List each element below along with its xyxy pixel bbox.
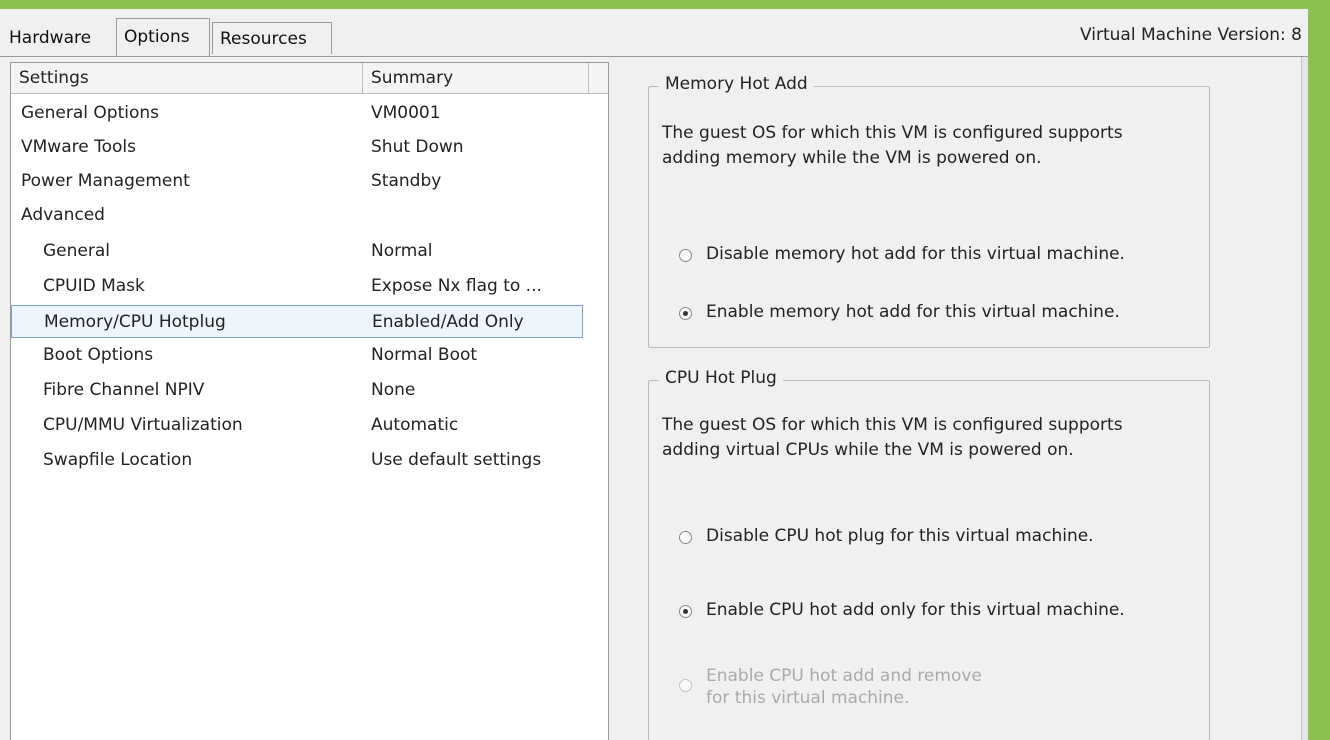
enable-cpu-hot-add-remove-option: Enable CPU hot add and remove for this v… xyxy=(679,665,1006,709)
row-setting: General Options xyxy=(21,103,159,123)
cpu-hot-plug-title: CPU Hot Plug xyxy=(659,368,783,388)
row-summary: Shut Down xyxy=(371,137,464,157)
column-header-filler xyxy=(589,63,608,93)
radio-label: Enable memory hot add for this virtual m… xyxy=(706,302,1120,322)
row-setting: Boot Options xyxy=(43,345,154,365)
list-row-memory-cpu-hotplug[interactable]: Memory/CPU Hotplug Enabled/Add Only xyxy=(11,305,583,338)
tab-hardware[interactable]: Hardware xyxy=(2,22,98,54)
row-setting: Power Management xyxy=(21,171,190,191)
row-summary: None xyxy=(371,380,416,400)
radio-label: Enable CPU hot add only for this virtual… xyxy=(706,600,1125,620)
row-summary: Enabled/Add Only xyxy=(372,312,524,332)
enable-memory-hot-add-option[interactable]: Enable memory hot add for this virtual m… xyxy=(679,301,1120,323)
cpu-hot-plug-group: CPU Hot Plug The guest OS for which this… xyxy=(648,368,1210,740)
radio-unchecked-icon[interactable] xyxy=(679,249,692,262)
radio-label: Disable CPU hot plug for this virtual ma… xyxy=(706,526,1094,546)
vm-version-label: Virtual Machine Version: 8 xyxy=(1080,25,1302,45)
memory-hot-add-title: Memory Hot Add xyxy=(659,74,814,94)
list-row-power-management[interactable]: Power Management Standby xyxy=(11,165,596,198)
list-row-general[interactable]: General Normal xyxy=(11,235,596,268)
list-row-general-options[interactable]: General Options VM0001 xyxy=(11,97,596,130)
list-row-cpu-mmu-virtualization[interactable]: CPU/MMU Virtualization Automatic xyxy=(11,409,596,442)
row-setting: Swapfile Location xyxy=(43,450,193,470)
row-setting: CPU/MMU Virtualization xyxy=(43,415,243,435)
row-setting: VMware Tools xyxy=(21,137,136,157)
row-setting: Fibre Channel NPIV xyxy=(43,380,205,400)
list-row-advanced[interactable]: Advanced xyxy=(11,199,596,232)
tab-options[interactable]: Options xyxy=(116,18,210,56)
row-setting: CPUID Mask xyxy=(43,276,145,296)
radio-checked-icon[interactable] xyxy=(679,605,692,618)
disable-cpu-hot-plug-option[interactable]: Disable CPU hot plug for this virtual ma… xyxy=(679,525,1094,547)
memory-hot-add-group: Memory Hot Add The guest OS for which th… xyxy=(648,74,1210,348)
row-summary: Automatic xyxy=(371,415,459,435)
row-summary: Normal xyxy=(371,241,433,261)
tab-divider xyxy=(0,56,1308,57)
cpu-hot-plug-description: The guest OS for which this VM is config… xyxy=(662,415,1123,460)
list-row-boot-options[interactable]: Boot Options Normal Boot xyxy=(11,339,596,372)
radio-label: Disable memory hot add for this virtual … xyxy=(706,244,1125,264)
radio-disabled-icon xyxy=(679,679,692,692)
row-setting: General xyxy=(43,241,110,261)
row-summary: VM0001 xyxy=(371,103,441,123)
disable-memory-hot-add-option[interactable]: Disable memory hot add for this virtual … xyxy=(679,243,1125,265)
row-summary: Standby xyxy=(371,171,442,191)
list-row-fibre-channel-npiv[interactable]: Fibre Channel NPIV None xyxy=(11,374,596,407)
row-summary: Normal Boot xyxy=(371,345,478,365)
tab-resources[interactable]: Resources xyxy=(212,22,332,54)
window-right-border xyxy=(1308,0,1330,740)
row-summary: Expose Nx flag to ... xyxy=(371,276,542,296)
enable-cpu-hot-add-only-option[interactable]: Enable CPU hot add only for this virtual… xyxy=(679,599,1125,621)
settings-list: Settings Summary General Options VM0001 … xyxy=(10,62,609,740)
row-setting: Advanced xyxy=(21,205,105,225)
row-setting: Memory/CPU Hotplug xyxy=(44,312,226,332)
list-header: Settings Summary xyxy=(11,63,608,94)
list-row-vmware-tools[interactable]: VMware Tools Shut Down xyxy=(11,131,596,164)
row-summary: Use default settings xyxy=(371,450,542,470)
panel-right-gutter xyxy=(1301,57,1308,740)
list-row-cpuid-mask[interactable]: CPUID Mask Expose Nx flag to ... xyxy=(11,270,596,303)
radio-label: Enable CPU hot add and remove for this v… xyxy=(706,666,982,708)
memory-hot-add-description: The guest OS for which this VM is config… xyxy=(662,123,1123,168)
list-row-swapfile-location[interactable]: Swapfile Location Use default settings xyxy=(11,444,596,477)
column-header-summary[interactable]: Summary xyxy=(363,63,589,93)
radio-checked-icon[interactable] xyxy=(679,307,692,320)
column-header-settings[interactable]: Settings xyxy=(11,63,363,93)
window-top-border xyxy=(0,0,1330,9)
radio-unchecked-icon[interactable] xyxy=(679,531,692,544)
vm-properties-window: Hardware Options Resources Virtual Machi… xyxy=(0,0,1330,740)
